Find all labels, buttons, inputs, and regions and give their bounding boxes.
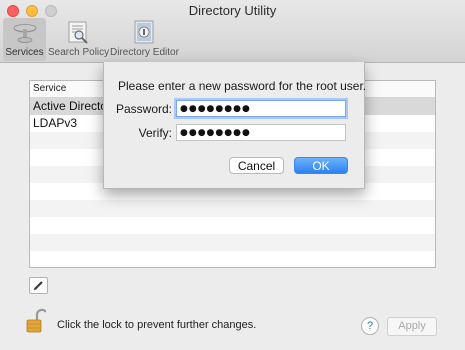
table-row-empty — [30, 251, 435, 267]
edit-service-button[interactable] — [29, 277, 48, 294]
toolbar-search-policy[interactable]: Search Policy — [48, 18, 110, 61]
lock-status-text: Click the lock to prevent further change… — [57, 319, 257, 331]
password-label: Password: — [115, 102, 172, 116]
directory-editor-icon — [134, 20, 153, 44]
help-button[interactable]: ? — [361, 317, 379, 335]
toolbar-search-policy-label: Search Policy — [48, 47, 110, 58]
toolbar-directory-editor-label: Directory Editor — [110, 47, 179, 58]
table-row-empty — [30, 217, 435, 234]
table-row-empty — [30, 234, 435, 251]
services-icon — [13, 24, 36, 43]
toolbar-services[interactable]: Services — [3, 18, 46, 61]
password-field[interactable]: ●●●●●●●● — [176, 100, 346, 117]
title-bar: Directory Utility Services Search Policy — [0, 0, 465, 63]
root-password-sheet: Please enter a new password for the root… — [103, 62, 367, 189]
toolbar-directory-editor[interactable]: Directory Editor — [110, 18, 179, 61]
dialog-message: Please enter a new password for the root… — [118, 79, 367, 93]
ok-button[interactable]: OK — [294, 157, 348, 174]
apply-button[interactable]: Apply — [387, 317, 437, 336]
verify-field[interactable]: ●●●●●●●● — [176, 124, 346, 141]
table-row-empty — [30, 200, 435, 217]
cancel-button[interactable]: Cancel — [229, 157, 284, 174]
directory-utility-window: Directory Utility Services Search Policy — [0, 0, 465, 350]
toolbar-services-label: Services — [5, 47, 44, 58]
verify-label: Verify: — [138, 126, 172, 140]
search-policy-icon — [68, 21, 88, 44]
lock-icon[interactable] — [26, 308, 46, 334]
pencil-icon — [34, 281, 43, 290]
window-title: Directory Utility — [188, 3, 277, 18]
